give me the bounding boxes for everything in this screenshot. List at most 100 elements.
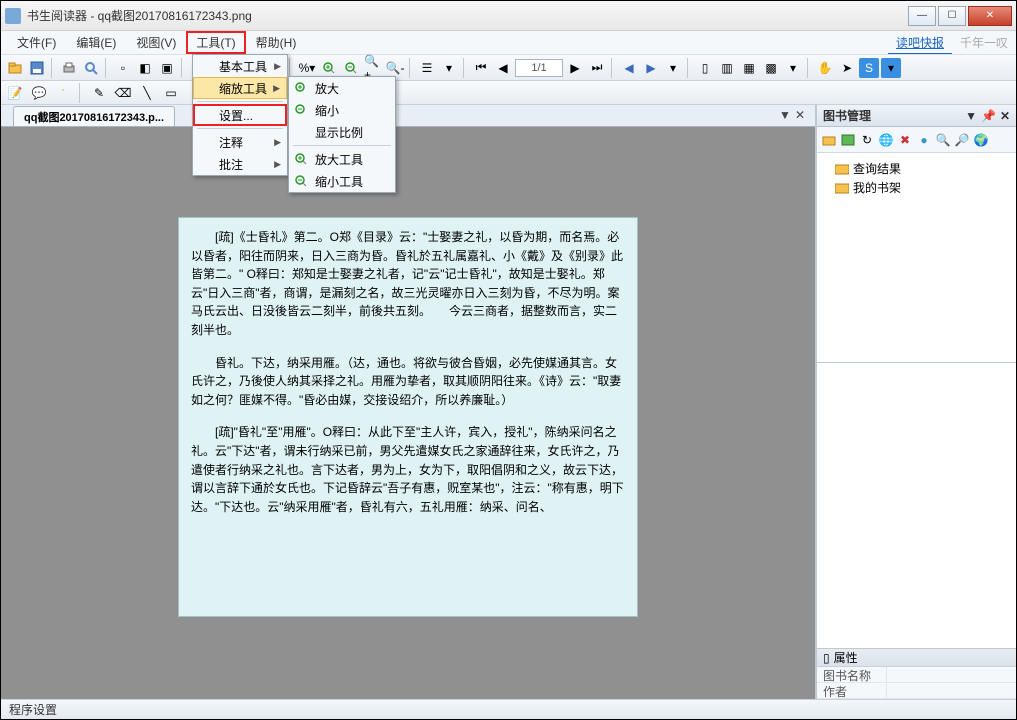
tools-basic-label: 基本工具: [219, 58, 267, 75]
tool-icon-3[interactable]: ▣: [157, 58, 177, 78]
search-icon[interactable]: [81, 58, 101, 78]
tools-separator-1: [197, 101, 283, 102]
toc-dropdown-icon[interactable]: ▾: [439, 58, 459, 78]
lib-refresh-icon[interactable]: ↻: [859, 132, 875, 148]
nav-back-icon[interactable]: ◀: [619, 58, 639, 78]
panel-pin-icon[interactable]: 📌: [981, 109, 996, 123]
toc-icon[interactable]: ☰: [417, 58, 437, 78]
folder-icon: [835, 182, 849, 194]
line-icon[interactable]: ╲: [137, 83, 157, 103]
tab-menu-icon[interactable]: ▼: [779, 108, 791, 122]
eraser-icon[interactable]: ⌫: [113, 83, 133, 103]
close-button[interactable]: ✕: [968, 6, 1012, 26]
tools-comment-item[interactable]: 批注: [193, 153, 287, 175]
library-tree[interactable]: 查询结果 我的书架: [817, 153, 1016, 363]
tools-basic-item[interactable]: 基本工具: [193, 55, 287, 77]
zoom-dropdown-icon[interactable]: %▾: [297, 58, 317, 78]
comment-icon[interactable]: 💬: [29, 83, 49, 103]
lib-delete-icon[interactable]: ✖: [897, 132, 913, 148]
lib-bullet-icon[interactable]: ●: [916, 132, 932, 148]
first-page-icon[interactable]: ⏮: [471, 58, 491, 78]
maximize-button[interactable]: ☐: [938, 6, 966, 26]
prev-page-icon[interactable]: ◀: [493, 58, 513, 78]
lib-find-icon[interactable]: 🔎: [954, 132, 970, 148]
prop-author-key: 作者: [817, 683, 887, 698]
menu-tools[interactable]: 工具(T): [186, 31, 245, 54]
last-page-icon[interactable]: ⏭: [587, 58, 607, 78]
zoom-out-tool-icon: [293, 173, 309, 189]
highlight-icon[interactable]: ॱ: [53, 83, 73, 103]
menu-view[interactable]: 视图(V): [126, 31, 186, 54]
folder-search-icon: [835, 163, 849, 175]
menu-help[interactable]: 帮助(H): [246, 31, 307, 54]
zoom-out-tool-item[interactable]: 缩小工具: [289, 170, 395, 192]
lib-web-icon[interactable]: 🌍: [973, 132, 989, 148]
pen-icon[interactable]: ✎: [89, 83, 109, 103]
hand-icon[interactable]: ✋: [815, 58, 835, 78]
zoom-in-icon[interactable]: [319, 58, 339, 78]
app-icon: [5, 8, 21, 24]
tool-icon-1[interactable]: ▫: [113, 58, 133, 78]
view-continuous-icon[interactable]: ▥: [717, 58, 737, 78]
library-panel-title: 图书管理: [823, 107, 871, 124]
tree-query-results[interactable]: 查询结果: [821, 159, 1012, 178]
zoom-out-big-icon[interactable]: 🔍-: [385, 58, 405, 78]
tools-annotate-item[interactable]: 注释: [193, 131, 287, 153]
zoom-in-tool-item[interactable]: 放大工具: [289, 148, 395, 170]
menu-edit[interactable]: 编辑(E): [66, 31, 126, 54]
blue-tool-icon[interactable]: ▾: [881, 58, 901, 78]
lib-open-icon[interactable]: [821, 132, 837, 148]
note-icon[interactable]: 📝: [5, 83, 25, 103]
save-icon[interactable]: [27, 58, 47, 78]
duba-link[interactable]: 读吧快报: [888, 31, 952, 54]
zoom-in-item[interactable]: 放大: [289, 77, 395, 99]
view-single-icon[interactable]: ▯: [695, 58, 715, 78]
document-viewport[interactable]: [疏]《士昏礼》第二。O郑《目录》云："士娶妻之礼，以昏为期，而名焉。必以昏者，…: [1, 127, 815, 699]
zoom-separator: [293, 145, 391, 146]
document-page: [疏]《士昏礼》第二。O郑《目录》云："士娶妻之礼，以昏为期，而名焉。必以昏者，…: [178, 217, 638, 617]
nav-fwd-icon[interactable]: ▶: [641, 58, 661, 78]
print-icon[interactable]: [59, 58, 79, 78]
titlebar: 书生阅读器 - qq截图20170816172343.png — ☐ ✕: [1, 1, 1016, 31]
next-page-icon[interactable]: ▶: [565, 58, 585, 78]
nav-dropdown-icon[interactable]: ▾: [663, 58, 683, 78]
qianyi-text: 千年一叹: [952, 31, 1016, 54]
open-icon[interactable]: [5, 58, 25, 78]
tab-close-icon[interactable]: ✕: [795, 108, 805, 122]
view-facing-icon[interactable]: ▦: [739, 58, 759, 78]
rect-icon[interactable]: ▭: [161, 83, 181, 103]
properties-title: 属性: [834, 649, 858, 666]
pointer-icon[interactable]: ➤: [837, 58, 857, 78]
minimize-button[interactable]: —: [908, 6, 936, 26]
tools-settings-item[interactable]: 设置...: [193, 104, 287, 126]
document-tab[interactable]: qq截图20170816172343.p...: [13, 106, 175, 126]
tree-shelf-label: 我的书架: [853, 179, 901, 196]
panel-menu-icon[interactable]: ▼: [965, 109, 977, 123]
zoom-in-tool-label: 放大工具: [315, 151, 363, 168]
lib-globe-icon[interactable]: 🌐: [878, 132, 894, 148]
zoom-ratio-item[interactable]: 显示比例: [289, 121, 395, 143]
page-para-1: [疏]《士昏礼》第二。O郑《目录》云："士娶妻之礼，以昏为期，而名焉。必以昏者，…: [191, 228, 625, 340]
page-para-3: [疏]"昏礼"至"用雁"。O释曰：从此下至"主人许，宾入，授礼"，陈纳采问名之礼…: [191, 423, 625, 516]
tree-my-shelf[interactable]: 我的书架: [821, 178, 1012, 197]
menu-file[interactable]: 文件(F): [7, 31, 66, 54]
tree-query-label: 查询结果: [853, 160, 901, 177]
lib-search-icon[interactable]: 🔍: [935, 132, 951, 148]
panel-close-icon[interactable]: ✕: [1000, 109, 1010, 123]
statusbar: 程序设置: [1, 699, 1016, 719]
zoom-out-menu-icon: [293, 102, 309, 118]
prop-book-name-val: [887, 667, 1016, 682]
tools-zoom-item[interactable]: 缩放工具: [193, 77, 287, 99]
s-tool-icon[interactable]: S: [859, 58, 879, 78]
tool-icon-2[interactable]: ◧: [135, 58, 155, 78]
zoom-out-item[interactable]: 缩小: [289, 99, 395, 121]
zoom-out-icon[interactable]: [341, 58, 361, 78]
lib-save-icon[interactable]: [840, 132, 856, 148]
view-dropdown-icon[interactable]: ▾: [783, 58, 803, 78]
zoom-in-big-icon[interactable]: 🔍+: [363, 58, 383, 78]
page-number-input[interactable]: [515, 59, 563, 77]
properties-panel: ▯ 属性 图书名称 作者: [817, 649, 1016, 699]
zoom-submenu: 放大 缩小 显示比例 放大工具 缩小工具: [288, 76, 396, 193]
document-area: qq截图20170816172343.p... ▼ ✕ [疏]《士昏礼》第二。O…: [1, 105, 816, 699]
view-grid-icon[interactable]: ▩: [761, 58, 781, 78]
